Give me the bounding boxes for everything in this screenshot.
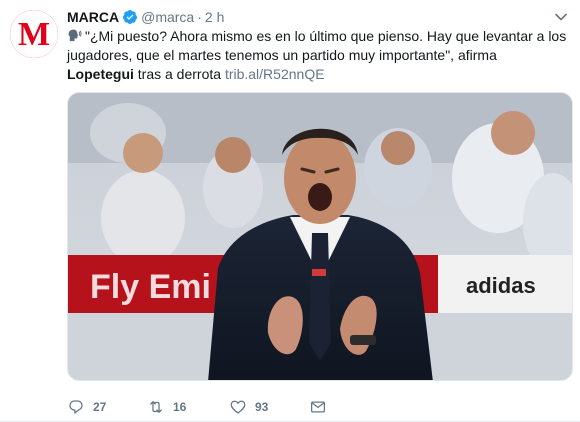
banner-text: Fly Emi — [90, 268, 211, 306]
retweet-button[interactable]: 16 — [147, 398, 186, 416]
account-handle[interactable]: @marca — [141, 9, 194, 25]
tweet-header: MARCA @marca · 2 h — [67, 8, 224, 26]
photo-coach-shouting: Fly Emi adidas — [68, 93, 572, 380]
tweet-timestamp[interactable]: 2 h — [205, 9, 224, 25]
like-button[interactable]: 93 — [229, 398, 268, 416]
tweet-text-body: "¿Mi puesto? Ahora mismo es en lo último… — [67, 28, 567, 63]
tweet-actions: 27 16 93 — [67, 398, 367, 416]
retweet-icon — [150, 401, 162, 413]
reply-count: 27 — [93, 400, 107, 414]
reply-icon — [69, 400, 83, 414]
heart-icon — [230, 400, 246, 414]
account-name[interactable]: MARCA — [67, 9, 119, 25]
chevron-down-icon[interactable] — [554, 10, 568, 24]
reply-button[interactable]: 27 — [67, 398, 106, 416]
tweet-text-tail: tras a derrota — [133, 66, 225, 82]
speaking-head-icon — [68, 29, 82, 42]
tweet-text: "¿Mi puesto? Ahora mismo es en lo último… — [67, 27, 567, 84]
banner-sponsor: adidas — [466, 273, 536, 298]
separator-dot: · — [197, 9, 202, 25]
marca-logo-icon: M — [10, 10, 58, 58]
tweet-link[interactable]: trib.al/R52nnQE — [225, 66, 325, 82]
envelope-icon — [310, 401, 326, 413]
svg-text:M: M — [18, 16, 50, 53]
tweet-card[interactable]: M MARCA @marca · 2 h "¿Mi puesto? Ahora mis… — [0, 0, 580, 422]
direct-message-button[interactable] — [309, 398, 335, 416]
retweet-count: 16 — [173, 400, 187, 414]
like-count: 93 — [255, 400, 269, 414]
mention-name: Lopetegui — [67, 66, 134, 82]
avatar[interactable]: M — [10, 10, 58, 58]
verified-badge-icon — [123, 10, 138, 24]
tweet-image[interactable]: Fly Emi adidas — [67, 92, 573, 381]
